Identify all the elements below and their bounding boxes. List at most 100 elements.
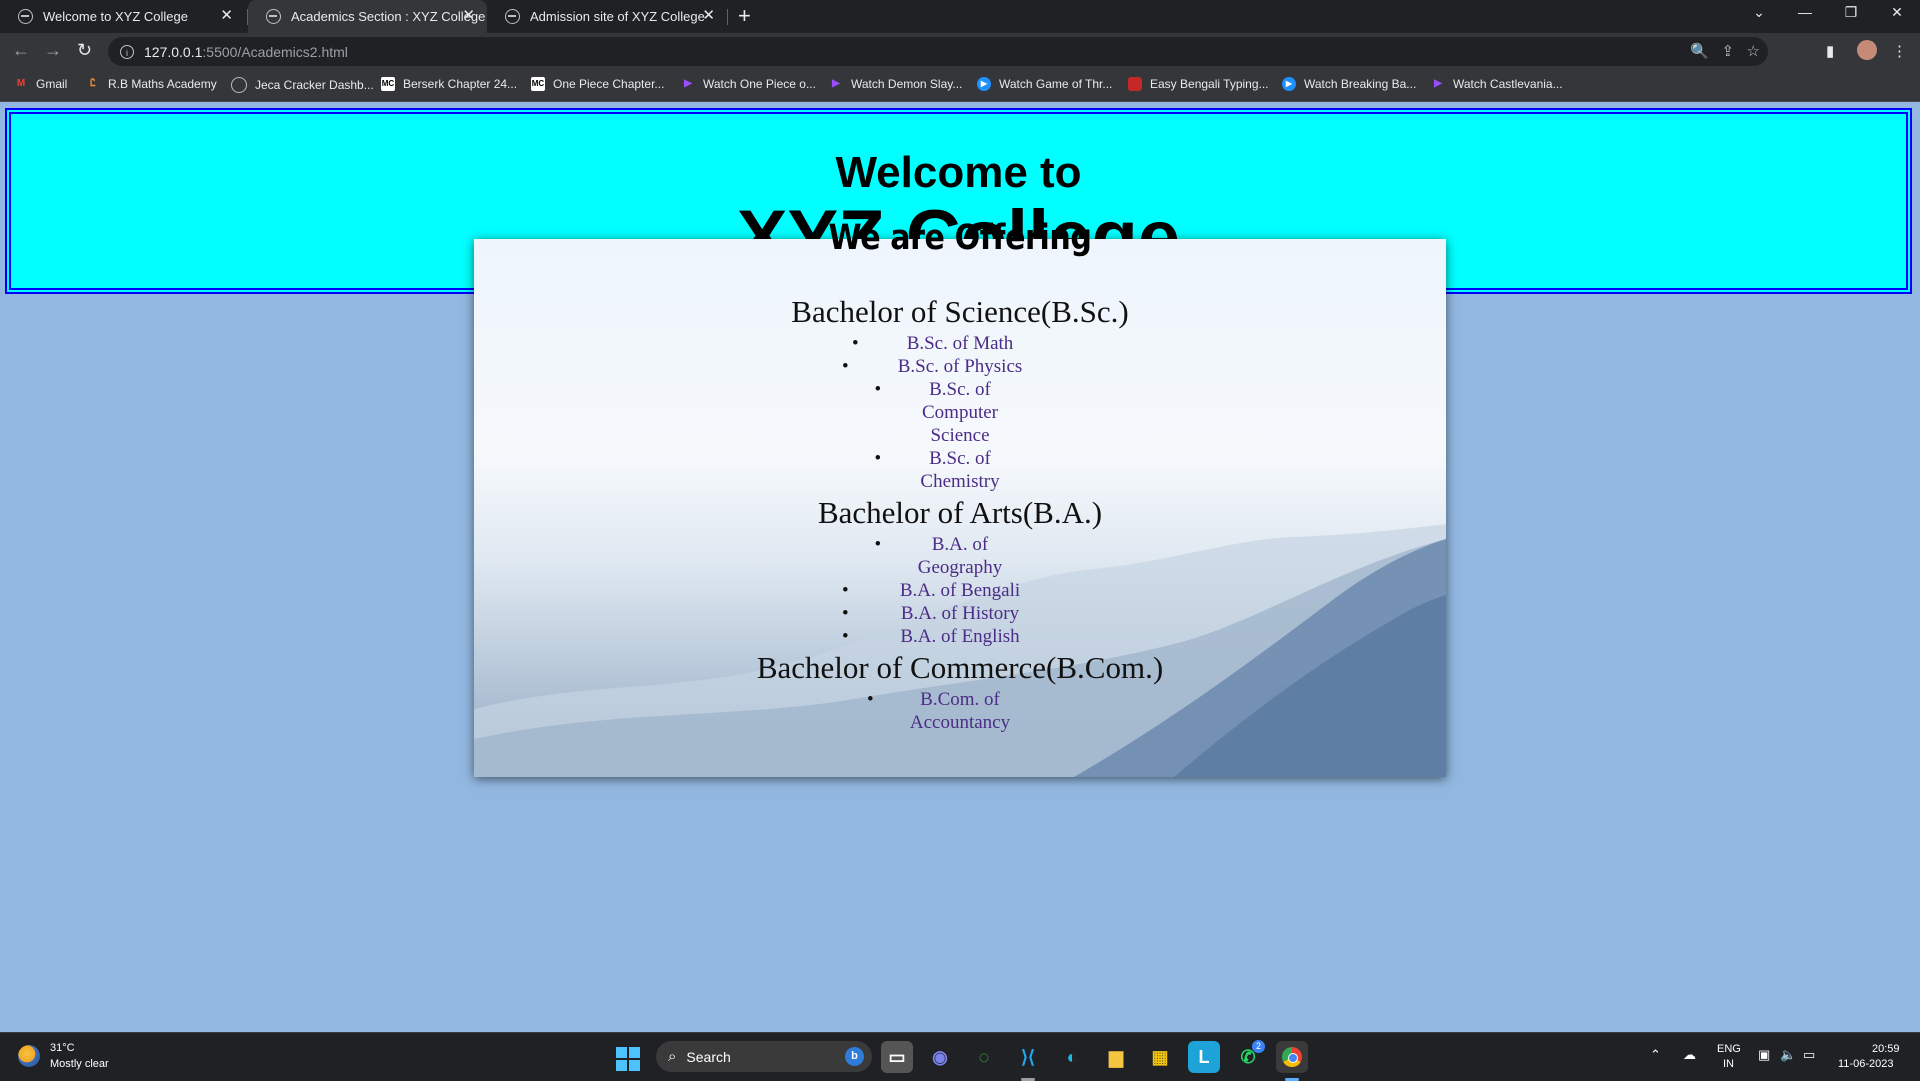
tab-welcome[interactable]: Welcome to XYZ College ✕ [0, 0, 245, 33]
mc-icon: MC [531, 77, 545, 91]
tab-title: Admission site of XYZ College [530, 9, 705, 24]
close-tab-icon[interactable]: ✕ [220, 8, 233, 24]
programs-list: Bachelor of Science(B.Sc.) B.Sc. of Math… [474, 292, 1446, 734]
clock-date[interactable]: 11-06-2023 [1838, 1058, 1893, 1070]
course-link[interactable]: B.A. of English [842, 625, 1040, 648]
bookmark-demon-slayer[interactable]: ▶ Watch Demon Slay... [829, 77, 962, 91]
play-icon: ▶ [1434, 78, 1442, 89]
bengali-icon [1128, 77, 1142, 91]
network-icon[interactable]: ▣ [1758, 1047, 1770, 1063]
course-link[interactable]: B.A. of Geography [875, 533, 1008, 579]
tab-search-chevron-icon[interactable]: ⌄ [1749, 4, 1769, 21]
offer-title: We are Offering [828, 218, 1092, 258]
bookmark-breaking-bad[interactable]: ▶ Watch Breaking Ba... [1282, 77, 1416, 91]
weather-moon-icon[interactable] [18, 1045, 40, 1067]
weather-temp[interactable]: 31°C [50, 1042, 75, 1054]
restore-button[interactable]: ❐ [1841, 4, 1861, 21]
battery-icon[interactable]: ▭ [1803, 1047, 1815, 1063]
teams-meet-icon[interactable]: ◉ [924, 1041, 956, 1073]
circle-play-icon: ▶ [1282, 77, 1296, 91]
windows-start-icon[interactable] [616, 1047, 640, 1071]
bookmark-game-of-thrones[interactable]: ▶ Watch Game of Thr... [977, 77, 1112, 91]
course-link[interactable]: B.Com. of Accountancy [867, 688, 1015, 734]
close-tab-icon[interactable]: ✕ [702, 8, 715, 24]
course-link[interactable]: B.Sc. of Computer Science [875, 378, 1008, 447]
address-bar[interactable]: i 127.0.0.1:5500/Academics2.html 🔍 ⇪ ☆ [108, 37, 1768, 66]
onedrive-cloud-icon[interactable]: ☁ [1683, 1047, 1696, 1063]
language-line2[interactable]: IN [1723, 1058, 1734, 1070]
bookmark-berserk[interactable]: MC Berserk Chapter 24... [381, 77, 517, 91]
bookmark-castlevania[interactable]: ▶ Watch Castlevania... [1431, 77, 1562, 91]
weather-desc[interactable]: Mostly clear [50, 1058, 109, 1070]
microsoft-store-icon[interactable]: ▦ [1144, 1041, 1176, 1073]
bookmark-bengali-typing[interactable]: Easy Bengali Typing... [1128, 77, 1269, 91]
header-welcome-text: Welcome to [835, 148, 1082, 197]
tab-bar: Welcome to XYZ College ✕ Academics Secti… [0, 0, 1920, 33]
globe-icon [18, 9, 33, 24]
search-icon: ⌕ [668, 1048, 677, 1065]
volume-icon[interactable]: 🔈 [1780, 1047, 1796, 1063]
bing-icon[interactable]: b [845, 1047, 864, 1066]
language-line1[interactable]: ENG [1717, 1043, 1741, 1055]
whatsapp-badge: 2 [1252, 1040, 1265, 1053]
bcom-course-list: B.Com. of Accountancy [474, 688, 1446, 734]
profile-avatar[interactable] [1857, 40, 1877, 60]
edge-icon[interactable]: ◐ [1056, 1041, 1088, 1073]
bookmark-one-piece-watch[interactable]: ▶ Watch One Piece o... [681, 77, 816, 91]
rb-icon: Ꮭ [90, 78, 96, 89]
reload-icon[interactable]: ↻ [77, 40, 92, 61]
course-link[interactable]: B.Sc. of Chemistry [875, 447, 1008, 493]
zoom-icon[interactable]: 🔍 [1690, 43, 1709, 60]
course-link[interactable]: B.Sc. of Physics [842, 355, 1040, 378]
taskbar-search-box[interactable]: ⌕ Search b [656, 1041, 872, 1072]
play-icon: ▶ [684, 78, 692, 89]
bookmark-one-piece-chapter[interactable]: MC One Piece Chapter... [531, 77, 664, 91]
bookmark-rb-maths[interactable]: Ꮭ R.B Maths Academy [86, 77, 217, 91]
course-link[interactable]: B.A. of History [842, 602, 1040, 625]
bookmark-gmail[interactable]: M Gmail [14, 77, 68, 91]
bookmark-star-icon[interactable]: ☆ [1747, 43, 1760, 60]
forward-arrow-icon[interactable]: → [44, 40, 62, 61]
globe-icon [266, 9, 281, 24]
url-host: 127.0.0.1 [144, 43, 203, 60]
site-info-icon[interactable]: i [120, 44, 134, 59]
side-panel-icon[interactable]: ▮ [1826, 42, 1834, 60]
mc-icon: MC [381, 77, 395, 91]
refresh-app-icon[interactable]: ◌ [968, 1041, 1000, 1073]
windows-taskbar: 31°C Mostly clear ⌕ Search b ▭ ◉ ◌ ⟩⟨ ◐ … [0, 1032, 1920, 1081]
program-heading-bcom: Bachelor of Commerce(B.Com.) [756, 650, 1164, 685]
gmail-icon: M [16, 78, 26, 89]
new-tab-button[interactable]: + [738, 3, 751, 29]
ba-course-list: B.A. of Geography B.A. of Bengali B.A. o… [474, 533, 1446, 648]
vscode-icon[interactable]: ⟩⟨ [1012, 1041, 1044, 1073]
menu-kebab-icon[interactable]: ⋮ [1892, 42, 1907, 60]
back-arrow-icon[interactable]: ← [12, 40, 30, 61]
course-link[interactable]: B.A. of Bengali [842, 579, 1040, 602]
program-heading-bsc: Bachelor of Science(B.Sc.) [791, 294, 1129, 329]
program-heading-ba: Bachelor of Arts(B.A.) [817, 495, 1103, 530]
chrome-icon[interactable] [1276, 1041, 1308, 1073]
l-app-icon[interactable]: L [1188, 1041, 1220, 1073]
course-link[interactable]: B.Sc. of Math [852, 332, 1030, 355]
search-placeholder: Search [686, 1048, 731, 1065]
bookmarks-bar: M Gmail Ꮭ R.B Maths Academy Jeca Cracker D… [0, 70, 1920, 102]
globe-icon [505, 9, 520, 24]
tab-academics[interactable]: Academics Section : XYZ College ✕ [248, 0, 487, 33]
minimize-button[interactable]: — [1795, 4, 1815, 20]
bookmark-jeca[interactable]: Jeca Cracker Dashb... [231, 77, 374, 93]
omnibox-actions: 🔍 ⇪ ☆ [1690, 42, 1760, 60]
url-path: :5500/Academics2.html [202, 43, 348, 60]
tab-title: Academics Section : XYZ College [291, 9, 486, 24]
tab-title: Welcome to XYZ College [43, 9, 188, 24]
show-hidden-icons-chevron[interactable]: ⌃ [1650, 1047, 1661, 1063]
file-explorer-icon[interactable]: ▆ [1100, 1041, 1132, 1073]
task-view-icon[interactable]: ▭ [881, 1041, 913, 1073]
clock-time[interactable]: 20:59 [1872, 1043, 1900, 1055]
close-tab-icon[interactable]: ✕ [462, 8, 475, 24]
share-icon[interactable]: ⇪ [1721, 43, 1734, 60]
bsc-course-list: B.Sc. of Math B.Sc. of Physics B.Sc. of … [474, 332, 1446, 493]
tab-admission[interactable]: Admission site of XYZ College ✕ [487, 0, 727, 33]
play-icon: ▶ [832, 78, 840, 89]
close-window-button[interactable]: ✕ [1887, 4, 1907, 21]
jeca-icon [231, 77, 247, 93]
